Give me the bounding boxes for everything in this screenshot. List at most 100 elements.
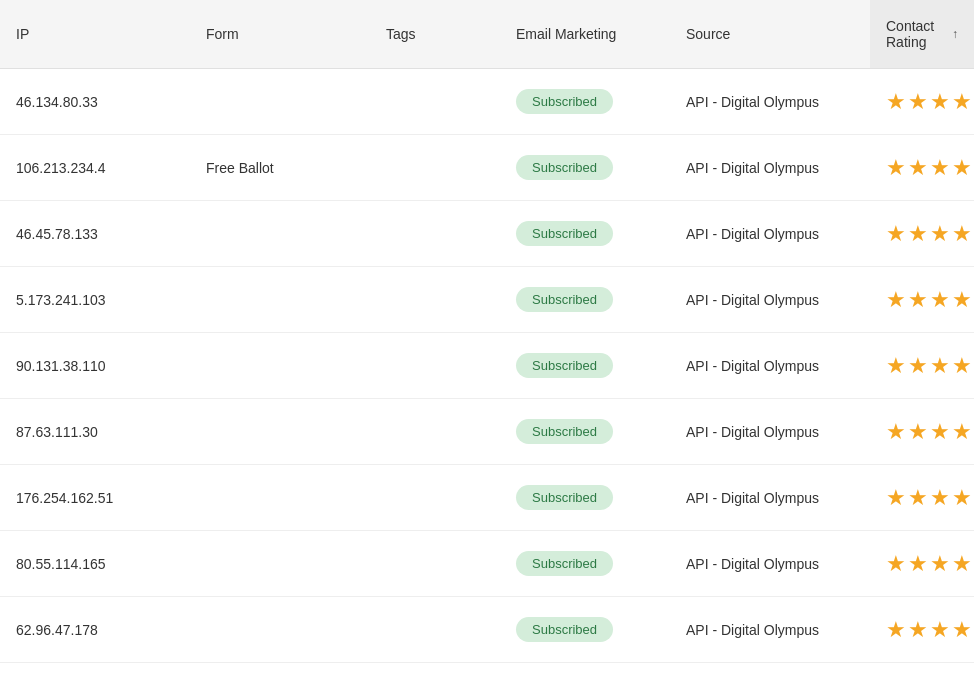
cell-form: [190, 267, 370, 332]
star-filled: ★: [952, 355, 972, 377]
cell-contact-rating: ★★★★★: [870, 597, 974, 662]
star-filled: ★: [930, 289, 950, 311]
cell-email-marketing: Subscribed: [500, 69, 670, 134]
cell-form: [190, 597, 370, 662]
star-filled: ★: [886, 223, 906, 245]
table-row[interactable]: 46.134.80.33 Subscribed API - Digital Olym…: [0, 69, 974, 135]
star-filled: ★: [908, 223, 928, 245]
cell-ip: 62.96.47.178: [0, 597, 190, 662]
cell-tags: [370, 531, 500, 596]
cell-email-marketing: Subscribed: [500, 201, 670, 266]
col-header-contact-rating[interactable]: Contact Rating ↑: [870, 0, 974, 68]
cell-form: [190, 333, 370, 398]
star-filled: ★: [908, 355, 928, 377]
star-filled: ★: [886, 91, 906, 113]
subscribed-badge: Subscribed: [516, 221, 613, 246]
cell-tags: [370, 465, 500, 530]
star-filled: ★: [952, 91, 972, 113]
star-filled: ★: [952, 553, 972, 575]
subscribed-badge: Subscribed: [516, 287, 613, 312]
table-header: IP Form Tags Email Marketing Source Cont…: [0, 0, 974, 69]
star-filled: ★: [930, 223, 950, 245]
cell-form: [190, 531, 370, 596]
star-filled: ★: [952, 223, 972, 245]
cell-email-marketing: Subscribed: [500, 531, 670, 596]
star-rating: ★★★★★: [886, 289, 974, 311]
star-filled: ★: [886, 487, 906, 509]
cell-source: API - Digital Olympus: [670, 267, 870, 332]
star-filled: ★: [952, 619, 972, 641]
cell-ip: 46.134.80.33: [0, 69, 190, 134]
cell-email-marketing: Subscribed: [500, 399, 670, 464]
star-rating: ★★★★★: [886, 91, 974, 113]
col-header-ip[interactable]: IP: [0, 0, 190, 68]
star-rating: ★★★★★: [886, 157, 974, 179]
subscribed-badge: Subscribed: [516, 155, 613, 180]
cell-tags: [370, 69, 500, 134]
table-row[interactable]: 46.45.78.133SubscribedAPI - Digital Olym…: [0, 201, 974, 267]
star-rating: ★★★★★: [886, 487, 974, 509]
cell-contact-rating: ★★★★★: [870, 399, 974, 464]
subscribed-badge: Subscribed: [516, 89, 613, 114]
col-header-contact-rating-label: Contact Rating: [886, 18, 946, 50]
subscribed-badge: Subscribed: [516, 419, 613, 444]
cell-contact-rating: ★★★★★: [870, 201, 974, 266]
cell-ip: 5.173.241.103: [0, 267, 190, 332]
star-filled: ★: [930, 619, 950, 641]
table-row[interactable]: 5.173.241.103 Subscribed API - Digital Oly…: [0, 267, 974, 333]
star-filled: ★: [908, 553, 928, 575]
star-filled: ★: [930, 421, 950, 443]
star-filled: ★: [886, 355, 906, 377]
star-filled: ★: [952, 421, 972, 443]
subscribed-badge: Subscribed: [516, 551, 613, 576]
table-row[interactable]: 185.75.1.34SubscribedAPI - Digital Olymp…: [0, 663, 974, 675]
cell-contact-rating: ★★★★★: [870, 333, 974, 398]
star-filled: ★: [930, 157, 950, 179]
cell-form: [190, 465, 370, 530]
col-header-tags[interactable]: Tags: [370, 0, 500, 68]
cell-tags: [370, 333, 500, 398]
cell-form: [190, 399, 370, 464]
cell-tags: [370, 135, 500, 200]
star-filled: ★: [930, 553, 950, 575]
col-header-form[interactable]: Form: [190, 0, 370, 68]
cell-ip: 46.45.78.133: [0, 201, 190, 266]
star-filled: ★: [952, 289, 972, 311]
col-header-source[interactable]: Source: [670, 0, 870, 68]
cell-source: API - Digital Olympus: [670, 465, 870, 530]
star-filled: ★: [886, 421, 906, 443]
cell-contact-rating: ★★★★★: [870, 267, 974, 332]
cell-form: [190, 69, 370, 134]
cell-ip: 106.213.234.4: [0, 135, 190, 200]
table-row[interactable]: 176.254.162.51SubscribedAPI - Digital Ol…: [0, 465, 974, 531]
table-row[interactable]: 62.96.47.178SubscribedAPI - Digital Olym…: [0, 597, 974, 663]
cell-ip: 87.63.111.30: [0, 399, 190, 464]
subscribed-badge: Subscribed: [516, 353, 613, 378]
table-row[interactable]: 80.55.114.165SubscribedAPI - Digital Oly…: [0, 531, 974, 597]
table-row[interactable]: 90.131.38.110SubscribedAPI - Digital Oly…: [0, 333, 974, 399]
star-filled: ★: [908, 289, 928, 311]
cell-source: API - Digital Olympus: [670, 69, 870, 134]
subscribed-badge: Subscribed: [516, 617, 613, 642]
col-header-source-label: Source: [686, 26, 730, 42]
col-header-email-marketing-label: Email Marketing: [516, 26, 616, 42]
cell-email-marketing: Subscribed: [500, 597, 670, 662]
cell-ip: 185.75.1.34: [0, 663, 190, 675]
star-filled: ★: [886, 157, 906, 179]
star-filled: ★: [886, 289, 906, 311]
cell-contact-rating: ★★★★★: [870, 465, 974, 530]
table-row[interactable]: 106.213.234.4Free BallotSubscribedAPI - …: [0, 135, 974, 201]
star-filled: ★: [908, 91, 928, 113]
star-filled: ★: [930, 355, 950, 377]
cell-contact-rating: ★★★★★: [870, 69, 974, 134]
star-rating: ★★★★★: [886, 355, 974, 377]
star-rating: ★★★★★: [886, 223, 974, 245]
cell-source: API - Digital Olympus: [670, 399, 870, 464]
table-row[interactable]: 87.63.111.30 Subscribed API - Digital Olym…: [0, 399, 974, 465]
star-filled: ★: [930, 487, 950, 509]
col-header-email-marketing[interactable]: Email Marketing: [500, 0, 670, 68]
cell-tags: [370, 267, 500, 332]
sort-ascending-icon: ↑: [952, 27, 958, 41]
star-filled: ★: [908, 487, 928, 509]
cell-tags: [370, 597, 500, 662]
